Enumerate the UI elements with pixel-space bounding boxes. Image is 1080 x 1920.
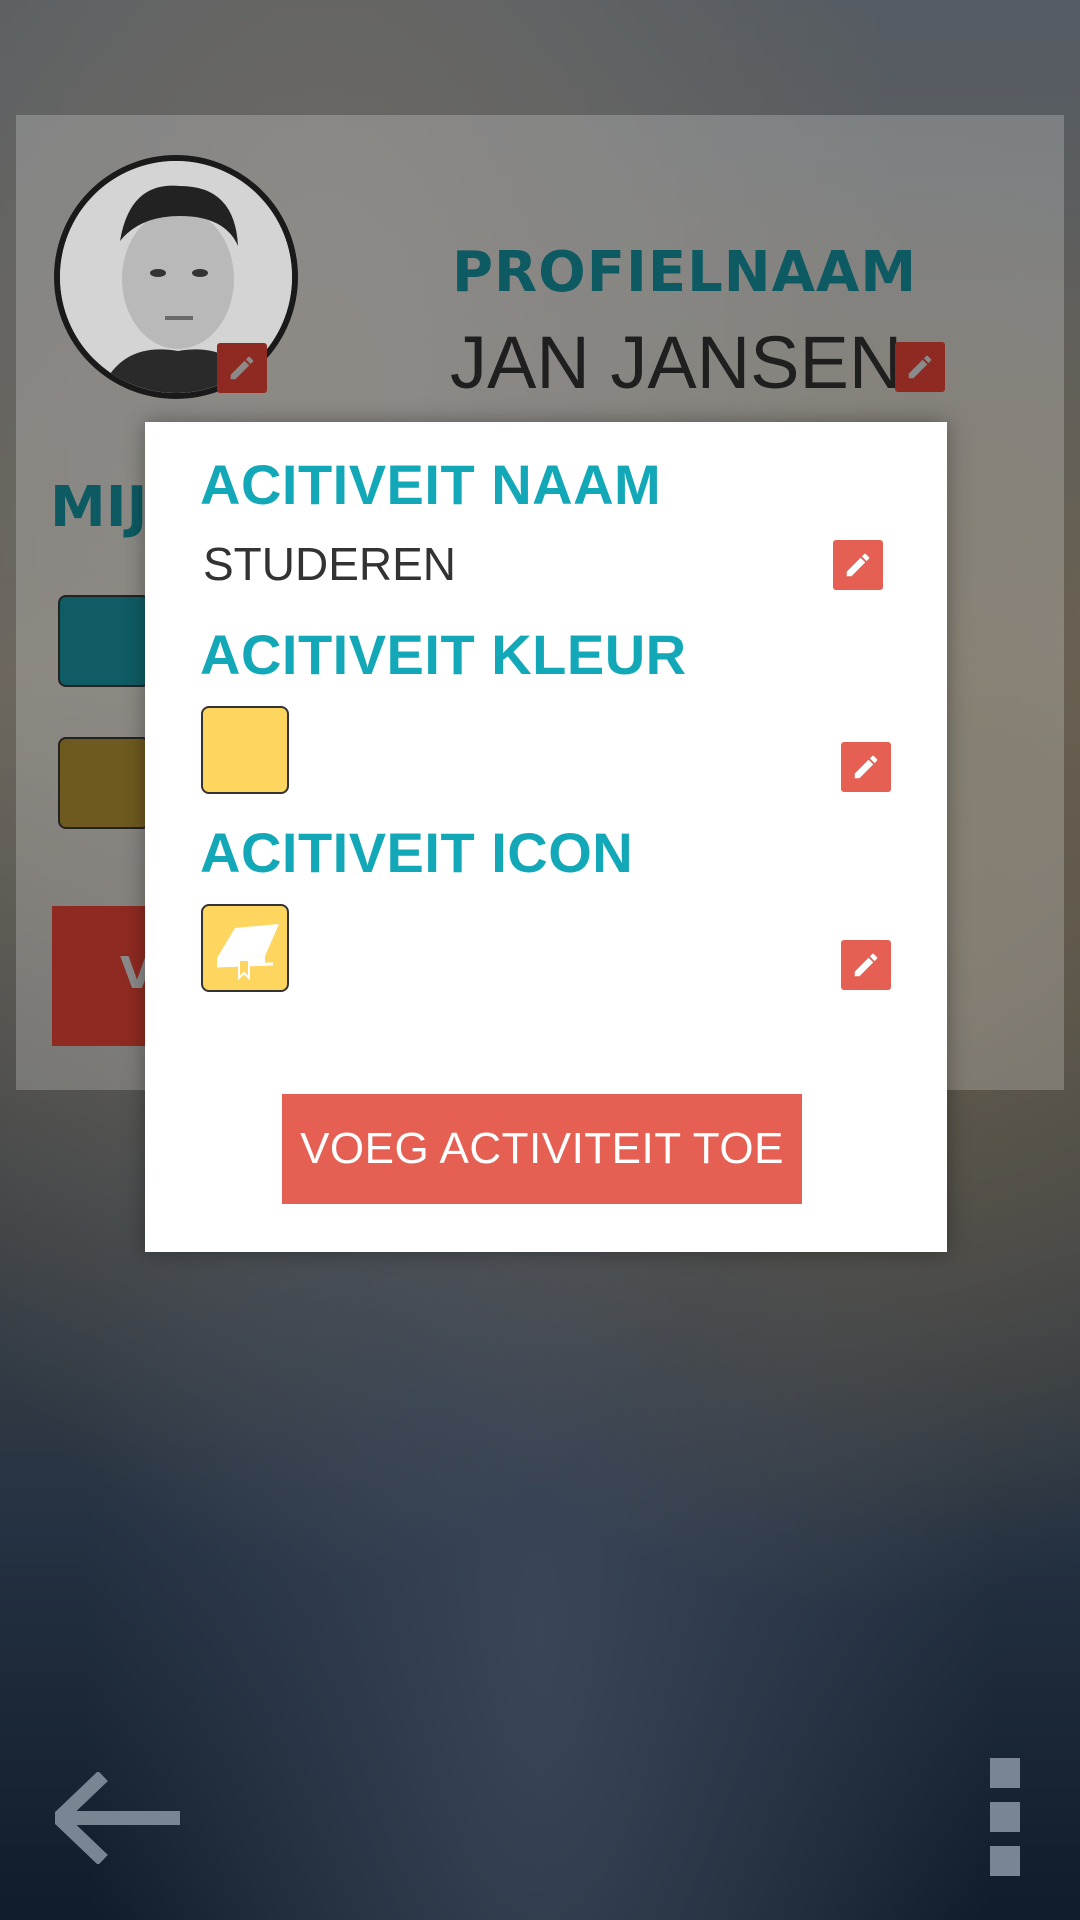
activity-icon-heading: ACITIVEIT ICON — [200, 821, 634, 884]
arrow-left-icon[interactable] — [55, 1772, 180, 1864]
edit-activity-color-button[interactable] — [841, 742, 891, 792]
activity-swatch-gold[interactable] — [58, 737, 150, 829]
activity-swatch-teal[interactable] — [58, 595, 150, 687]
overflow-menu-icon[interactable] — [990, 1758, 1022, 1890]
edit-activity-icon-button[interactable] — [841, 940, 891, 990]
pencil-icon — [854, 953, 878, 977]
add-activity-dialog: ACITIVEIT NAAM STUDEREN ACITIVEIT KLEUR … — [145, 422, 947, 1252]
pencil-icon — [854, 755, 878, 779]
profile-name-label: PROFIELNAAM — [452, 240, 918, 305]
edit-profile-name-button[interactable] — [895, 342, 945, 392]
menu-dot — [990, 1846, 1020, 1876]
edit-avatar-button[interactable] — [217, 343, 267, 393]
add-activity-button[interactable]: VOEG ACTIVITEIT TOE — [282, 1094, 802, 1204]
pencil-icon — [230, 356, 254, 380]
menu-dot — [990, 1758, 1020, 1788]
activity-color-swatch[interactable] — [201, 706, 289, 794]
profile-name-value: JAN JANSEN — [450, 321, 903, 404]
activity-name-heading: ACITIVEIT NAAM — [200, 453, 662, 516]
activity-color-heading: ACITIVEIT KLEUR — [200, 623, 687, 686]
pencil-icon — [908, 355, 932, 379]
book-icon — [216, 924, 279, 981]
pencil-icon — [846, 553, 870, 577]
edit-activity-name-button[interactable] — [833, 540, 883, 590]
activity-name-value: STUDEREN — [203, 538, 457, 590]
activities-section-heading: MIJ — [50, 475, 148, 540]
menu-dot — [990, 1802, 1020, 1832]
activity-icon-preview[interactable] — [201, 904, 289, 992]
